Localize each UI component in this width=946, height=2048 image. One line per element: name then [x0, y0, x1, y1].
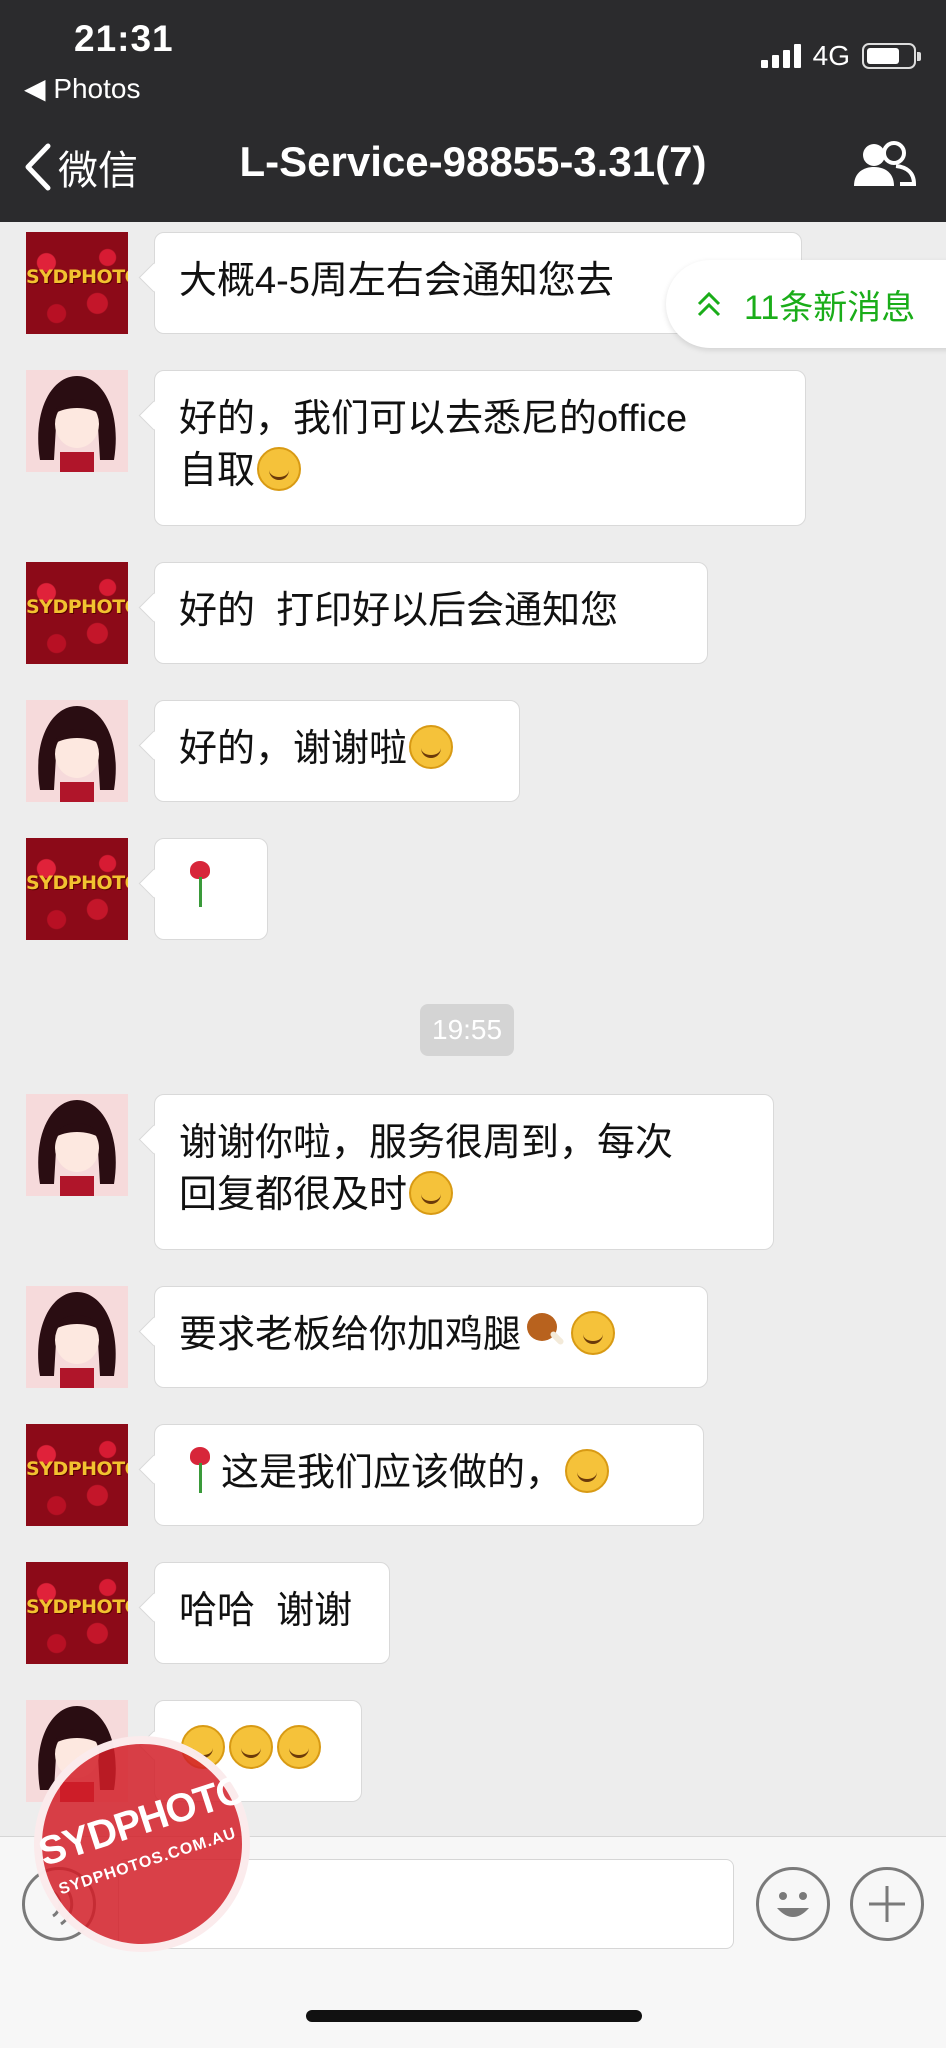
avatar-user[interactable] [26, 1286, 128, 1388]
message-bubble[interactable]: 谢谢你啦，服务很周到，每次 回复都很及时 [154, 1094, 774, 1250]
chat-area[interactable]: SYDPHOTOS 大概4-5周左右会通知您去 11条新消息 好的，我们可以去悉… [0, 222, 946, 1836]
message-text: 哈哈 谢谢 [179, 1590, 353, 1632]
rose-emoji-icon [185, 1447, 215, 1493]
thinking-emoji-icon [571, 1311, 616, 1355]
message-bubble[interactable]: 要求老板给你加鸡腿 [154, 1286, 708, 1388]
chat-title: L-Service-98855-3.31(7) [239, 138, 707, 185]
message-text: 好的，我们可以去悉尼的office 自取 [179, 398, 688, 492]
avatar-user[interactable] [26, 700, 128, 802]
grin-emoji-icon [565, 1449, 610, 1493]
rose-emoji-icon [185, 861, 215, 907]
avatar-user[interactable] [26, 1094, 128, 1196]
grin-emoji-icon [409, 725, 454, 769]
blush-emoji-icon [409, 1171, 454, 1215]
new-messages-banner[interactable]: 11条新消息 [666, 260, 946, 348]
message-bubble[interactable]: 哈哈 谢谢 [154, 1562, 390, 1664]
girl-avatar-icon [26, 1286, 128, 1388]
message-text: 好的 打印好以后会通知您 [179, 590, 619, 632]
avatar-sydphotos[interactable]: SYDPHOTOS [26, 232, 128, 334]
message-text: 要求老板给你加鸡腿 [179, 1314, 522, 1356]
home-indicator[interactable] [306, 2010, 642, 2022]
chat-timestamp: 19:55 [420, 1004, 515, 1056]
avatar-sydphotos[interactable]: SYDPHOTOS [26, 1562, 128, 1664]
status-time: 21:31 [74, 18, 174, 59]
message-text: 好的，谢谢啦 [179, 728, 408, 770]
message-text: 这是我们应该做的， [221, 1452, 564, 1494]
avatar-sydphotos[interactable]: SYDPHOTOS [26, 838, 128, 940]
emoji-picker-button[interactable] [756, 1867, 830, 1941]
battery-icon [862, 43, 921, 69]
signal-icon [760, 44, 801, 68]
drumstick-emoji-icon [523, 1311, 567, 1355]
message-bubble[interactable]: 好的，谢谢啦 [154, 700, 520, 802]
message-text: 大概4-5周左右会通知您去 [179, 260, 614, 302]
grin-emoji-icon [277, 1725, 321, 1769]
avatar-sydphotos[interactable]: SYDPHOTOS [26, 1424, 128, 1526]
new-messages-label: 11条新消息 [744, 288, 916, 327]
message-bubble[interactable]: 好的 打印好以后会通知您 [154, 562, 708, 664]
message-bubble[interactable]: 好的，我们可以去悉尼的office 自取 [154, 370, 806, 526]
group-members-icon[interactable] [852, 140, 916, 192]
avatar-sydphotos[interactable]: SYDPHOTOS [26, 562, 128, 664]
back-to-photos-link[interactable]: ◀ Photos [24, 72, 140, 105]
message-bubble[interactable] [154, 838, 268, 940]
smiley-icon [777, 1892, 809, 1917]
status-indicators: 4G [760, 40, 921, 72]
plus-icon [869, 1886, 905, 1922]
girl-avatar-icon [26, 1094, 128, 1196]
double-chevron-up-icon [697, 291, 721, 317]
smile-emoji-icon [257, 447, 302, 491]
message-bubble[interactable]: 这是我们应该做的， [154, 1424, 704, 1526]
avatar-user[interactable] [26, 370, 128, 472]
girl-avatar-icon [26, 370, 128, 472]
network-label: 4G [812, 40, 850, 71]
top-header: 21:31 ◀ Photos 4G 微信 L-Service-98855-3.3… [0, 0, 946, 222]
more-actions-button[interactable] [850, 1867, 924, 1941]
girl-avatar-icon [26, 700, 128, 802]
